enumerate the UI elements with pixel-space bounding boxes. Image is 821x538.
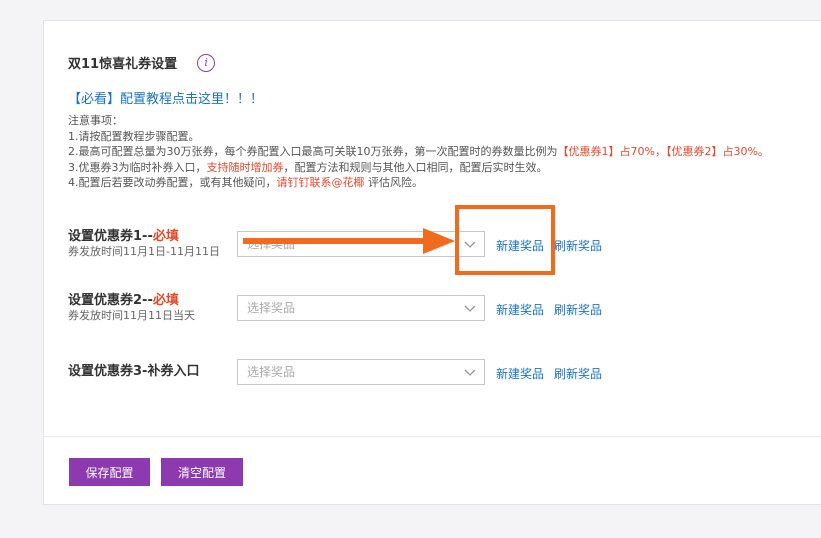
clear-config-button[interactable]: 清空配置 xyxy=(161,458,243,486)
coupon-2-label: 设置优惠券2--必填 券发放时间11月11日当天 xyxy=(68,293,195,323)
coupon-2-new-prize-link[interactable]: 新建奖品 xyxy=(496,301,544,318)
notes-heading: 注意事项： xyxy=(68,114,123,127)
coupon-3-label: 设置优惠券3-补券入口 xyxy=(68,364,199,380)
coupon-3-select-placeholder: 选择奖品 xyxy=(247,365,296,379)
coupon-1-label: 设置优惠券1--必填 券发放时间11月1日-11月11日 xyxy=(68,229,220,259)
annotation-arrow-icon xyxy=(243,228,455,254)
note-line-4-tail: 评估风险。 xyxy=(364,176,423,189)
coupon-3-refresh-prize-link[interactable]: 刷新奖品 xyxy=(554,365,602,382)
coupon-2-title: 设置优惠券2-- xyxy=(68,293,153,308)
note-line-2-text: 2.最高可配置总量为30万张券，每个券配置入口最高可关联10万张券，第一次配置时… xyxy=(68,145,558,158)
note-line-2: 2.最高可配置总量为30万张券，每个券配置入口最高可关联10万张券，第一次配置时… xyxy=(68,144,798,160)
annotation-highlight-box xyxy=(455,205,555,275)
note-line-3: 3.优惠券3为临时补券入口，支持随时增加券，配置方法和规则与其他入口相同，配置后… xyxy=(68,160,798,176)
coupon-1-required: 必填 xyxy=(152,229,179,244)
note-line-3-highlight: 支持随时增加券 xyxy=(206,160,284,174)
note-line-2-highlight-1: 【优惠券1】占70%， xyxy=(557,145,666,158)
coupon-2-subtext: 券发放时间11月11日当天 xyxy=(68,309,195,322)
title-row: 双11惊喜礼券设置 i xyxy=(68,53,216,72)
coupon-3-prize-select[interactable]: 选择奖品 xyxy=(237,359,485,385)
note-line-2-highlight-2: 【优惠券2】占30%。 xyxy=(665,145,769,158)
note-line-3-tail: ，配置方法和规则与其他入口相同，配置后实时生效。 xyxy=(283,160,548,174)
note-line-4-highlight: 请钉钉联系@花椰 xyxy=(276,176,365,189)
coupon-2-prize-select[interactable]: 选择奖品 xyxy=(237,295,485,321)
tutorial-link[interactable]: 【必看】配置教程点击这里！！！ xyxy=(68,88,263,107)
coupon-1-refresh-prize-link[interactable]: 刷新奖品 xyxy=(554,237,602,254)
coupon-settings-panel: 双11惊喜礼券设置 i 【必看】配置教程点击这里！！！ 注意事项： 1.请按配置… xyxy=(43,20,821,505)
note-line-3-text: 3.优惠券3为临时补券入口， xyxy=(68,160,207,174)
info-icon[interactable]: i xyxy=(197,53,216,72)
coupon-2-required: 必填 xyxy=(152,293,179,308)
scrollbar-track xyxy=(806,70,821,432)
coupon-1-title: 设置优惠券1-- xyxy=(68,229,153,244)
chevron-down-icon xyxy=(464,369,476,376)
chevron-down-icon xyxy=(464,305,476,312)
coupon-2-refresh-prize-link[interactable]: 刷新奖品 xyxy=(554,301,602,318)
note-line-1: 1.请按配置教程步骤配置。 xyxy=(68,129,200,143)
coupon-1-subtext: 券发放时间11月1日-11月11日 xyxy=(68,245,220,258)
save-config-button[interactable]: 保存配置 xyxy=(69,458,150,486)
note-line-4: 4.配置后若要改动券配置，或有其他疑问，请钉钉联系@花椰 评估风险。 xyxy=(68,175,798,191)
page-title: 双11惊喜礼券设置 xyxy=(68,57,178,72)
footer-divider xyxy=(44,436,821,437)
note-line-4-text: 4.配置后若要改动券配置，或有其他疑问， xyxy=(68,176,277,189)
coupon-2-select-placeholder: 选择奖品 xyxy=(247,301,296,315)
notes-section: 注意事项： 1.请按配置教程步骤配置。 2.最高可配置总量为30万张券，每个券配… xyxy=(68,113,798,191)
coupon-3-new-prize-link[interactable]: 新建奖品 xyxy=(496,365,544,382)
coupon-3-title: 设置优惠券3-补券入口 xyxy=(68,364,200,379)
